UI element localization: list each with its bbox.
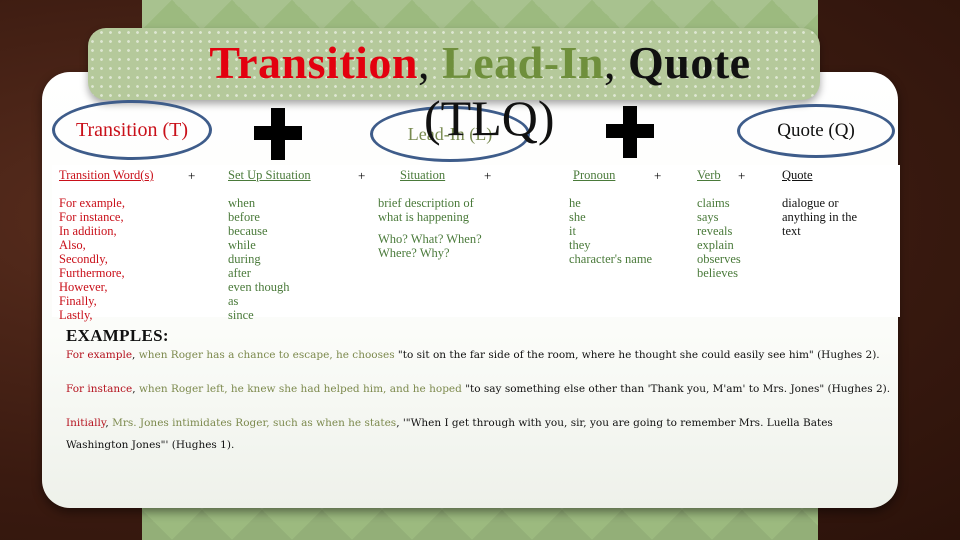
transition-oval: Transition (T)	[52, 100, 212, 160]
column-verb: Verb claims says reveals explain observe…	[697, 168, 741, 280]
tlq-table: Transition Word(s) For example, For inst…	[52, 165, 900, 322]
column-pronoun: Pronoun he she it they character's name	[569, 168, 653, 266]
example-2: For instance, when Roger left, he knew s…	[66, 383, 891, 395]
plus-sign: +	[654, 168, 662, 183]
column-transition: Transition Word(s) For example, For inst…	[59, 168, 154, 322]
examples-heading: EXAMPLES:	[66, 326, 169, 345]
page-title: Transition, Lead-In, Quote	[209, 37, 751, 88]
title-leadin: Lead-In	[442, 37, 604, 88]
title-transition: Transition	[209, 37, 419, 88]
plus-icon	[254, 108, 302, 160]
plus-sign: +	[484, 168, 492, 183]
plus-sign: +	[358, 168, 366, 183]
plus-sign: +	[188, 168, 196, 183]
plus-sign: +	[738, 168, 746, 183]
tlq-abbrev: (TLQ)	[424, 90, 555, 146]
example-3: Initially, Mrs. Jones intimidates Roger,…	[66, 417, 833, 451]
example-1: For example, when Roger has a chance to …	[66, 349, 880, 361]
column-situation: Situation brief description of what is h…	[378, 168, 482, 260]
title-quote: Quote	[628, 37, 751, 88]
column-quote: Quote dialogue or anything in the text	[782, 168, 857, 238]
plus-icon	[606, 106, 654, 158]
column-setup: Set Up Situation when before because whi…	[228, 168, 311, 322]
quote-oval: Quote (Q)	[737, 104, 895, 158]
